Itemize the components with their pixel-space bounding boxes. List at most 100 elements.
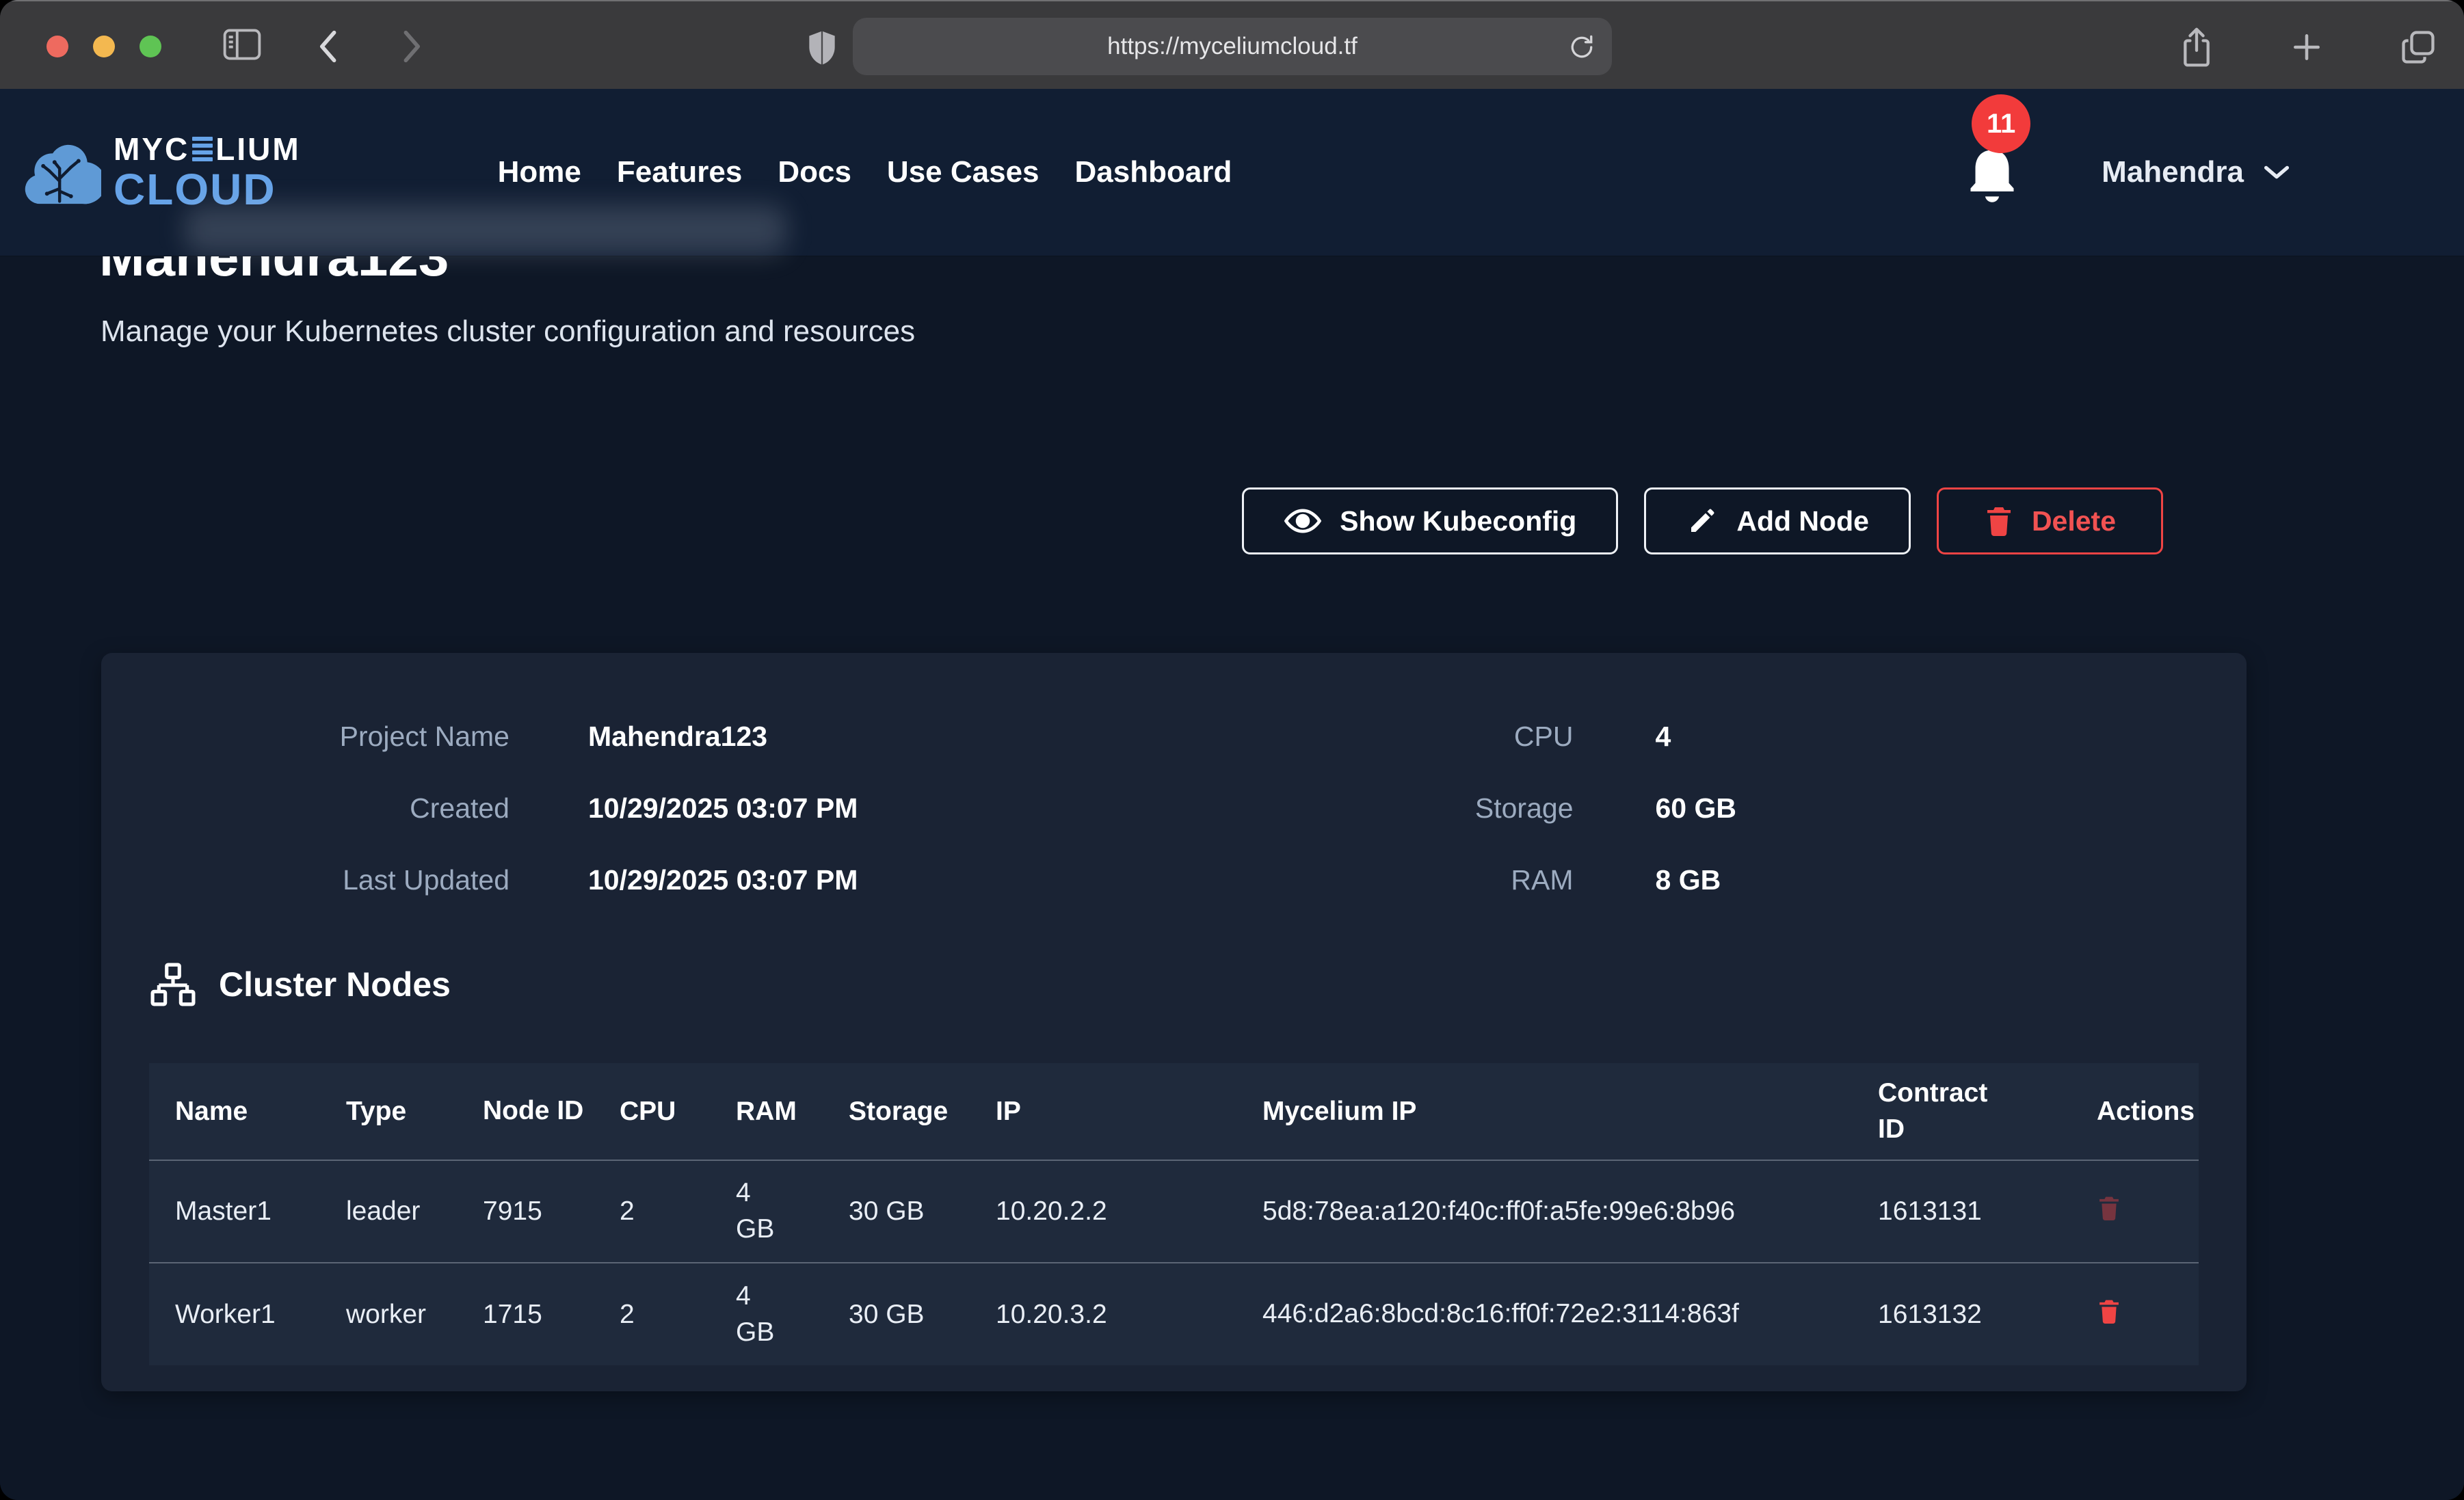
col-contract-id: Contract ID: [1852, 1063, 2071, 1160]
cell-node-id: 7915: [457, 1160, 594, 1263]
cell-node-id: 1715: [457, 1263, 594, 1365]
cell-contract-id: 1613131: [1852, 1160, 2071, 1263]
info-label: Project Name: [149, 721, 509, 753]
user-menu[interactable]: Mahendra: [2102, 155, 2292, 189]
info-label: CPU: [1174, 721, 1574, 753]
privacy-shield-icon[interactable]: [806, 29, 838, 67]
zoom-window-button[interactable]: [140, 36, 161, 57]
cluster-info: Project Name Mahendra123 Created 10/29/2…: [149, 701, 2199, 916]
info-value: 60 GB: [1656, 792, 2199, 825]
logo[interactable]: MYCLIUM CLOUD: [21, 133, 301, 211]
col-node-id: Node ID: [457, 1063, 594, 1160]
new-tab-icon[interactable]: [2288, 26, 2326, 68]
back-icon[interactable]: [311, 27, 347, 66]
nav-link-use-cases[interactable]: Use Cases: [887, 155, 1039, 189]
cluster-info-right: CPU 4 Storage 60 GB RAM 8 GB: [1174, 701, 2199, 916]
info-label: RAM: [1174, 864, 1574, 896]
col-cpu: CPU: [594, 1063, 710, 1160]
cell-type: leader: [320, 1160, 457, 1263]
info-value: 10/29/2025 03:07 PM: [588, 864, 1174, 896]
cell-ram: 4 GB: [710, 1160, 823, 1263]
table-row: Master1 leader 7915 2 4 GB 30 GB 10.20.2…: [149, 1160, 2199, 1263]
delete-cluster-button[interactable]: Delete: [1937, 487, 2163, 554]
info-row-created: Created 10/29/2025 03:07 PM: [149, 792, 1174, 825]
cluster-info-left: Project Name Mahendra123 Created 10/29/2…: [149, 701, 1174, 916]
show-kubeconfig-label: Show Kubeconfig: [1340, 505, 1576, 537]
nav-link-dashboard[interactable]: Dashboard: [1075, 155, 1232, 189]
cluster-nodes-icon: [150, 962, 196, 1007]
share-icon[interactable]: [2178, 26, 2215, 68]
close-window-button[interactable]: [47, 36, 68, 57]
minimize-window-button[interactable]: [93, 36, 115, 57]
cell-name: Master1: [149, 1160, 320, 1263]
user-name: Mahendra: [2102, 155, 2244, 189]
cell-ip: 10.20.3.2: [970, 1263, 1236, 1365]
cell-actions: [2071, 1263, 2199, 1365]
traffic-lights: [47, 36, 161, 57]
nav-link-docs[interactable]: Docs: [778, 155, 851, 189]
nodes-table: Name Type Node ID CPU RAM Storage IP Myc…: [149, 1063, 2199, 1365]
nav-right: 11 Mahendra: [1963, 139, 2292, 205]
add-node-label: Add Node: [1736, 505, 1869, 537]
cluster-actions: Show Kubeconfig Add Node Delete: [1242, 487, 2163, 554]
info-row-ram: RAM 8 GB: [1174, 864, 2199, 896]
mycelium-cloud-logo-icon: [21, 134, 101, 211]
col-name: Name: [149, 1063, 320, 1160]
info-value: 10/29/2025 03:07 PM: [588, 792, 1174, 825]
cell-storage: 30 GB: [823, 1160, 970, 1263]
delete-label: Delete: [2032, 505, 2116, 537]
info-row-project-name: Project Name Mahendra123: [149, 721, 1174, 753]
col-ram: RAM: [710, 1063, 823, 1160]
cell-type: worker: [320, 1263, 457, 1365]
trash-icon: [1984, 505, 2014, 537]
chevron-down-icon: [2262, 162, 2292, 183]
col-actions: Actions: [2071, 1063, 2199, 1160]
cell-mycelium-ip: 446:d2a6:8bcd:8c16:ff0f:72e2:3114:863f: [1236, 1263, 1852, 1365]
add-node-button[interactable]: Add Node: [1644, 487, 1911, 554]
cell-ip: 10.20.2.2: [970, 1160, 1236, 1263]
logo-line-mycelium: MYCLIUM: [114, 133, 301, 165]
forward-icon[interactable]: [393, 27, 429, 66]
url-text: https://myceliumcloud.tf: [1107, 33, 1357, 60]
cell-contract-id: 1613132: [1852, 1263, 2071, 1365]
info-label: Created: [149, 792, 509, 825]
cluster-card: Project Name Mahendra123 Created 10/29/2…: [101, 653, 2247, 1391]
cell-storage: 30 GB: [823, 1263, 970, 1365]
col-type: Type: [320, 1063, 457, 1160]
navbar-blur-overlay: [185, 205, 786, 254]
delete-node-button[interactable]: [2097, 1297, 2121, 1326]
info-row-cpu: CPU 4: [1174, 721, 2199, 753]
address-bar[interactable]: https://myceliumcloud.tf: [853, 18, 1612, 75]
navbar: MYCLIUM CLOUD Home Features Docs Use Cas…: [0, 89, 2464, 256]
delete-node-button[interactable]: [2097, 1194, 2121, 1222]
browser-window: https://myceliumcloud.tf: [0, 0, 2464, 1500]
browser-chrome: https://myceliumcloud.tf: [0, 0, 2464, 89]
cell-cpu: 2: [594, 1263, 710, 1365]
col-storage: Storage: [823, 1063, 970, 1160]
chrome-toolbar-right: [2178, 26, 2438, 68]
col-mycelium-ip: Mycelium IP: [1236, 1063, 1852, 1160]
sidebar-toggle-icon[interactable]: [222, 27, 262, 62]
nav-link-features[interactable]: Features: [617, 155, 742, 189]
cell-name: Worker1: [149, 1263, 320, 1365]
cluster-nodes-title: Cluster Nodes: [219, 965, 451, 1004]
info-label: Last Updated: [149, 864, 509, 896]
info-value: 8 GB: [1656, 864, 2199, 896]
info-label: Storage: [1174, 792, 1574, 825]
cell-mycelium-ip: 5d8:78ea:a120:f40c:ff0f:a5fe:99e6:8b96: [1236, 1160, 1852, 1263]
info-value: 4: [1656, 721, 2199, 753]
notification-badge: 11: [1972, 94, 2030, 153]
nav-links: Home Features Docs Use Cases Dashboard: [498, 155, 1232, 189]
logo-e-icon: [192, 137, 213, 161]
show-kubeconfig-button[interactable]: Show Kubeconfig: [1242, 487, 1618, 554]
nav-link-home[interactable]: Home: [498, 155, 581, 189]
cell-cpu: 2: [594, 1160, 710, 1263]
tab-overview-icon[interactable]: [2398, 26, 2438, 68]
reload-icon[interactable]: [1567, 31, 1597, 63]
cell-actions: [2071, 1160, 2199, 1263]
pencil-icon: [1686, 505, 1719, 537]
page-content: Mahendra123: [0, 89, 2464, 1500]
info-row-storage: Storage 60 GB: [1174, 792, 2199, 825]
col-ip: IP: [970, 1063, 1236, 1160]
notifications-button[interactable]: 11: [1963, 139, 2021, 205]
